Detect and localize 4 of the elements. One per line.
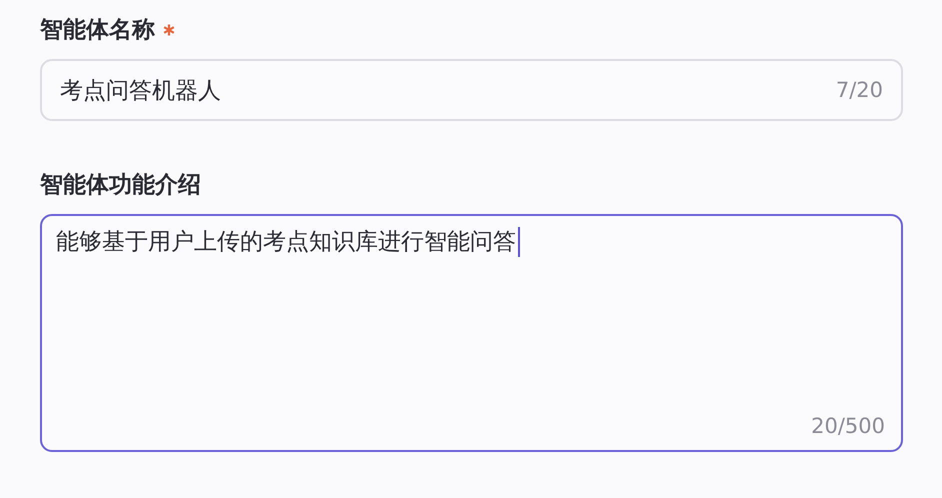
description-field[interactable]: 能够基于用户上传的考点知识库进行智能问答 20/500 [40,214,903,452]
field-label: 智能体名称 [40,16,155,45]
field-label: 智能体功能介绍 [40,171,201,200]
name-field[interactable]: 考点问答机器人 7/20 [40,59,903,121]
